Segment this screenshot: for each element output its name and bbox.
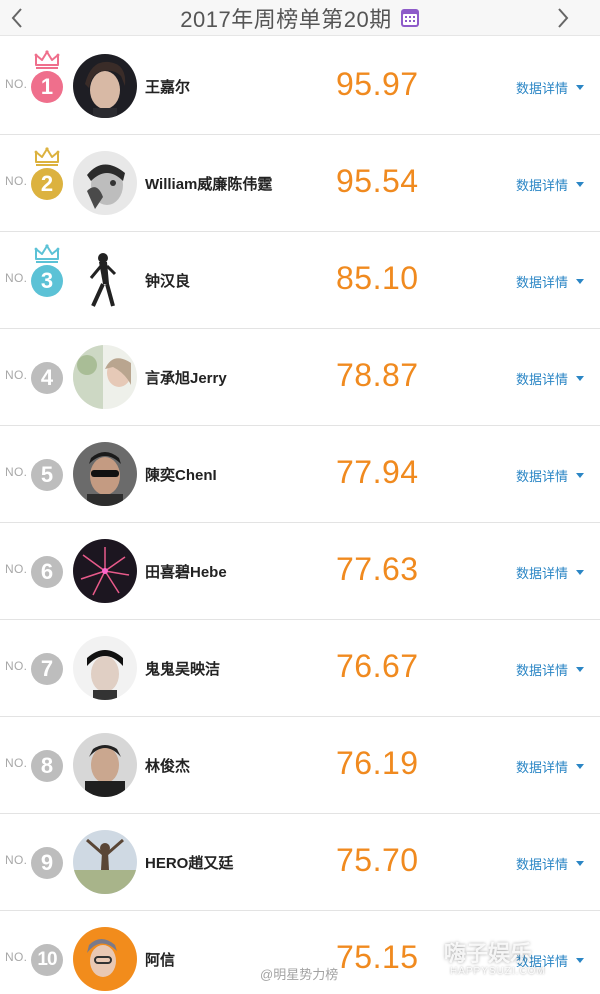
caret-down-icon — [576, 764, 585, 769]
data-detail-button[interactable]: 数据详情 — [516, 466, 585, 485]
rank-prefix: NO. — [5, 562, 28, 576]
ranking-row: NO. 8 林俊杰 76.19 数据详情 — [0, 717, 600, 814]
rank-prefix: NO. — [5, 465, 28, 479]
avatar[interactable] — [73, 248, 137, 312]
site-url-watermark: HAPPYSUZI.COM — [450, 966, 546, 977]
celebrity-name[interactable]: 陳奕ChenI — [145, 464, 217, 485]
weibo-watermark: @明星势力榜 — [260, 967, 339, 982]
rank-prefix: NO. — [5, 756, 28, 770]
caret-down-icon — [576, 958, 585, 963]
chevron-right-icon[interactable] — [548, 3, 578, 33]
ranking-row: NO. 5 陳奕ChenI 77.94 数据详情 — [0, 426, 600, 523]
avatar[interactable] — [73, 345, 137, 409]
score-value: 77.94 — [336, 454, 419, 490]
rank-prefix: NO. — [5, 659, 28, 673]
rank-badge: 10 — [31, 944, 63, 976]
score-value: 95.54 — [336, 163, 419, 199]
celebrity-name[interactable]: 鬼鬼吴映洁 — [145, 658, 220, 679]
celebrity-name[interactable]: 田喜碧Hebe — [145, 561, 227, 582]
data-detail-label: 数据详情 — [516, 469, 569, 484]
caret-down-icon — [576, 570, 585, 575]
data-detail-button[interactable]: 数据详情 — [516, 563, 585, 582]
celebrity-name[interactable]: HERO趙又廷 — [145, 852, 233, 873]
data-detail-label: 数据详情 — [516, 178, 569, 193]
avatar[interactable] — [73, 442, 137, 506]
data-detail-button[interactable]: 数据详情 — [516, 369, 585, 388]
caret-down-icon — [576, 182, 585, 187]
top-bar: 2017年周榜单第20期 — [0, 0, 600, 36]
score-value: 77.63 — [336, 551, 419, 587]
data-detail-label: 数据详情 — [516, 81, 569, 96]
rank-prefix: NO. — [5, 271, 28, 285]
site-logo-watermark: 嗨子娱乐 — [444, 941, 533, 966]
data-detail-button[interactable]: 数据详情 — [516, 660, 585, 679]
celebrity-name[interactable]: 林俊杰 — [145, 755, 190, 776]
data-detail-button[interactable]: 数据详情 — [516, 272, 585, 291]
caret-down-icon — [576, 85, 585, 90]
ranking-row: NO. 4 言承旭Jerry 78.87 数据详情 — [0, 329, 600, 426]
rank-badge: 7 — [31, 653, 63, 685]
data-detail-button[interactable]: 数据详情 — [516, 78, 585, 97]
score-value: 76.67 — [336, 648, 419, 684]
ranking-row: NO. 6 田喜碧Hebe 77.63 数据详情 — [0, 523, 600, 620]
data-detail-label: 数据详情 — [516, 760, 569, 775]
avatar[interactable] — [73, 927, 137, 991]
score-value: 85.10 — [336, 260, 419, 296]
caret-down-icon — [576, 667, 585, 672]
rank-badge: 2 — [31, 168, 63, 200]
gold-crown-icon — [34, 147, 60, 166]
celebrity-name[interactable]: 阿信 — [145, 949, 175, 970]
rank-prefix: NO. — [5, 368, 28, 382]
ranking-row: NO. 1 王嘉尔 95.97 数据详情 — [0, 38, 600, 135]
data-detail-button[interactable]: 数据详情 — [516, 175, 585, 194]
rank-badge: 9 — [31, 847, 63, 879]
rank-badge: 6 — [31, 556, 63, 588]
celebrity-name[interactable]: 王嘉尔 — [145, 76, 190, 97]
ranking-list: NO. 1 王嘉尔 95.97 数据详情 NO. 2 William威廉陈伟霆 … — [0, 38, 600, 994]
data-detail-label: 数据详情 — [516, 663, 569, 678]
rank-badge: 1 — [31, 71, 63, 103]
rank-prefix: NO. — [5, 853, 28, 867]
score-value: 78.87 — [336, 357, 419, 393]
rank-badge: 8 — [31, 750, 63, 782]
calendar-icon[interactable] — [400, 8, 420, 28]
caret-down-icon — [576, 861, 585, 866]
title-wrap: 2017年周榜单第20期 — [0, 0, 600, 36]
celebrity-name[interactable]: 言承旭Jerry — [145, 367, 227, 388]
ranking-row: NO. 2 William威廉陈伟霆 95.54 数据详情 — [0, 135, 600, 232]
rank-badge: 4 — [31, 362, 63, 394]
avatar[interactable] — [73, 830, 137, 894]
rank-prefix: NO. — [5, 174, 28, 188]
data-detail-button[interactable]: 数据详情 — [516, 854, 585, 873]
ranking-row: NO. 9 HERO趙又廷 75.70 数据详情 — [0, 814, 600, 911]
pink-crown-icon — [34, 50, 60, 69]
ranking-row: NO. 7 鬼鬼吴映洁 76.67 数据详情 — [0, 620, 600, 717]
avatar[interactable] — [73, 539, 137, 603]
score-value: 76.19 — [336, 745, 419, 781]
celebrity-name[interactable]: William威廉陈伟霆 — [145, 173, 272, 194]
rank-badge: 3 — [31, 265, 63, 297]
celebrity-name[interactable]: 钟汉良 — [145, 270, 190, 291]
data-detail-button[interactable]: 数据详情 — [516, 757, 585, 776]
score-value: 95.97 — [336, 66, 419, 102]
caret-down-icon — [576, 376, 585, 381]
data-detail-label: 数据详情 — [516, 275, 569, 290]
data-detail-label: 数据详情 — [516, 372, 569, 387]
score-value: 75.70 — [336, 842, 419, 878]
avatar[interactable] — [73, 733, 137, 797]
teal-crown-icon — [34, 244, 60, 263]
rank-badge: 5 — [31, 459, 63, 491]
score-value: 75.15 — [336, 939, 419, 975]
data-detail-label: 数据详情 — [516, 857, 569, 872]
caret-down-icon — [576, 473, 585, 478]
ranking-row: NO. 3 钟汉良 85.10 数据详情 — [0, 232, 600, 329]
avatar[interactable] — [73, 54, 137, 118]
page-title: 2017年周榜单第20期 — [180, 7, 392, 32]
avatar[interactable] — [73, 151, 137, 215]
avatar[interactable] — [73, 636, 137, 700]
caret-down-icon — [576, 279, 585, 284]
rank-prefix: NO. — [5, 950, 28, 964]
rank-prefix: NO. — [5, 77, 28, 91]
data-detail-label: 数据详情 — [516, 566, 569, 581]
